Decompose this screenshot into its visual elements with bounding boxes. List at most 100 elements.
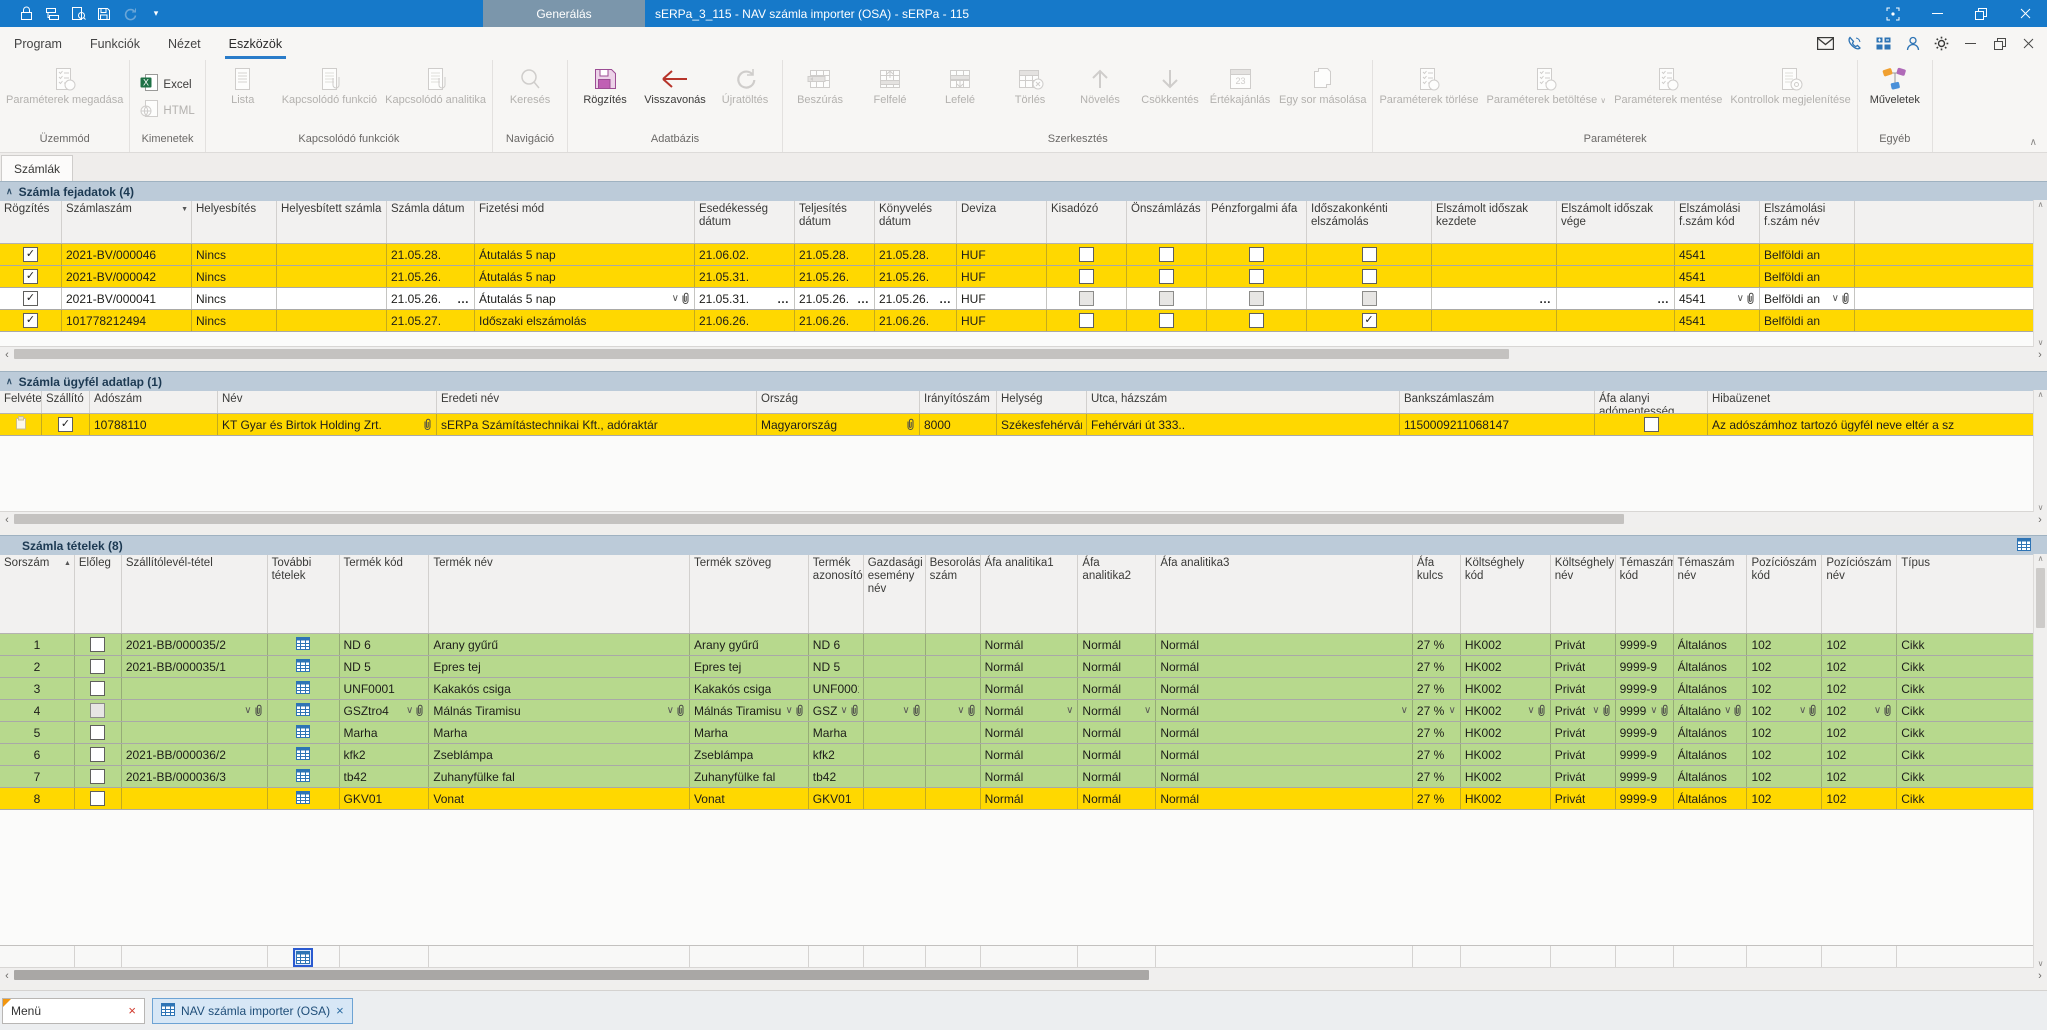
grid-cell[interactable] (1127, 310, 1207, 331)
grid-cell[interactable]: 9999-9 (1616, 788, 1674, 809)
close-icon[interactable]: × (128, 1004, 136, 1017)
grid-cell[interactable]: Normál (981, 656, 1079, 677)
grid-cell[interactable]: ✓ (42, 414, 90, 435)
chevron-down-icon[interactable]: ∨ (1799, 705, 1806, 716)
paperclip-icon[interactable] (1746, 292, 1755, 305)
checkbox[interactable] (1362, 291, 1377, 306)
grid-cell[interactable]: ND 5 (809, 656, 864, 677)
settings-icon[interactable] (1929, 32, 1954, 56)
grid-cell[interactable]: Normál (981, 634, 1079, 655)
grid-cell[interactable]: HUF (957, 288, 1047, 309)
grid-cell[interactable]: ND 6 (340, 634, 430, 655)
paperclip-icon[interactable] (1841, 292, 1850, 305)
grid-cell[interactable] (268, 766, 340, 787)
grid-cell[interactable]: 102 (1822, 634, 1897, 655)
chevron-down-icon[interactable]: ∨ (1401, 705, 1408, 716)
grid-cell[interactable] (122, 722, 268, 743)
grid-cell[interactable]: 102 (1747, 678, 1822, 699)
minimize-icon[interactable] (1915, 0, 1959, 27)
grid-cell[interactable]: Normál (1078, 766, 1156, 787)
grid-cell[interactable]: Kakakós csiga (690, 678, 809, 699)
ellipsis-button[interactable]: … (457, 292, 470, 306)
grid-cell[interactable]: 5 (0, 722, 75, 743)
grid-cell[interactable]: Nincs (192, 310, 277, 331)
grid-cell[interactable] (268, 678, 340, 699)
column-header[interactable]: Önszámlázás (1127, 201, 1207, 243)
column-header[interactable]: Elszámolási f.szám kód (1675, 201, 1760, 243)
column-header[interactable]: Szállítólevél-tétel (122, 555, 268, 633)
grid-cell[interactable]: 2 (0, 656, 75, 677)
scroll-left-icon[interactable]: ‹ (0, 968, 14, 984)
checkbox[interactable]: ✓ (23, 269, 38, 284)
grid-cell[interactable]: 102 (1747, 722, 1822, 743)
column-header[interactable]: Kisadózó (1047, 201, 1127, 243)
grid-cell[interactable] (864, 634, 926, 655)
column-header[interactable]: Termék kód (340, 555, 430, 633)
grid-cell[interactable] (864, 744, 926, 765)
grid-cell[interactable]: 27 %∨ (1413, 700, 1461, 721)
grid-cell[interactable]: Átutalás 5 nap (475, 244, 695, 265)
grid-cell[interactable] (864, 788, 926, 809)
grid-cell[interactable]: ∨ (864, 700, 926, 721)
column-header[interactable]: Ország (757, 391, 920, 413)
grid-cell[interactable]: Zuhanyfülke fal (690, 766, 809, 787)
collapse-icon[interactable]: ∧ (6, 186, 13, 197)
grid-cell[interactable]: Nincs (192, 266, 277, 287)
column-header[interactable]: Pozíciószám név (1822, 555, 1897, 633)
apps-icon[interactable] (1871, 32, 1896, 56)
column-header[interactable]: Könyvelés dátum (875, 201, 957, 243)
paperclip-icon[interactable] (1808, 704, 1817, 717)
grid-cell[interactable] (1822, 946, 1897, 968)
grid-cell[interactable]: Cikk (1897, 744, 2039, 765)
grid-cell[interactable] (1047, 266, 1127, 287)
grid-cell[interactable]: kfk2 (340, 744, 430, 765)
scroll-down-icon[interactable]: ∨ (2038, 959, 2044, 968)
paperclip-icon[interactable] (967, 704, 976, 717)
grid-cell[interactable] (864, 656, 926, 677)
grid-cell[interactable] (429, 946, 690, 968)
grid-cell[interactable]: Általános∨ (1674, 700, 1748, 721)
grid-cell[interactable]: 102 (1822, 678, 1897, 699)
grid-cell[interactable]: 21.05.31.… (695, 288, 795, 309)
calendar-icon[interactable] (296, 747, 310, 763)
grid-cell[interactable] (122, 788, 268, 809)
grid-cell[interactable]: 27 % (1413, 656, 1461, 677)
calendar-icon[interactable] (296, 637, 310, 653)
grid-cell[interactable]: HK002 (1461, 788, 1551, 809)
grid-cell[interactable]: Normál∨ (1156, 700, 1413, 721)
grid-cell[interactable] (268, 634, 340, 655)
scrollbar-thumb[interactable] (14, 514, 1624, 524)
grid-cell[interactable] (1307, 288, 1432, 309)
grid-cell[interactable]: 27 % (1413, 766, 1461, 787)
grid-cell[interactable]: … (1557, 288, 1675, 309)
grid-cell[interactable]: ✓ (0, 244, 62, 265)
scroll-down-icon[interactable]: ∨ (2038, 338, 2044, 347)
checkbox[interactable] (90, 681, 105, 696)
grid-cell[interactable]: HK002 (1461, 766, 1551, 787)
grid-cell[interactable]: 21.05.28. (387, 244, 475, 265)
grid-cell[interactable]: Belföldi an∨ (1760, 288, 1855, 309)
grid-cell[interactable]: Marha (429, 722, 690, 743)
checkbox[interactable] (1079, 291, 1094, 306)
grid-cell[interactable]: Átutalás 5 nap∨ (475, 288, 695, 309)
grid-cell[interactable]: 21.06.26. (695, 310, 795, 331)
grid-cell[interactable] (75, 788, 122, 809)
checkbox[interactable]: ✓ (1362, 313, 1377, 328)
grid-cell[interactable] (864, 946, 926, 968)
doc-search-icon[interactable] (70, 6, 86, 22)
grid-cell[interactable] (1047, 288, 1127, 309)
taskbar-tab-menu[interactable]: Menü × (2, 998, 145, 1024)
grid-cell[interactable]: Vonat (429, 788, 690, 809)
grid-cell[interactable]: Általános (1674, 722, 1748, 743)
checkbox[interactable] (90, 725, 105, 740)
grid-cell[interactable] (75, 678, 122, 699)
grid-cell[interactable]: ✓ (0, 288, 62, 309)
column-header[interactable]: Helyesbített számla (277, 201, 387, 243)
paperclip-icon[interactable] (912, 704, 921, 717)
chevron-down-icon[interactable]: ∨ (1874, 705, 1881, 716)
grid-cell[interactable]: 102 (1747, 744, 1822, 765)
checkbox[interactable]: ✓ (23, 313, 38, 328)
menu-item-2[interactable]: Nézet (154, 27, 215, 60)
column-header[interactable]: Számla dátum (387, 201, 475, 243)
grid-cell[interactable]: 21.05.26. (387, 266, 475, 287)
